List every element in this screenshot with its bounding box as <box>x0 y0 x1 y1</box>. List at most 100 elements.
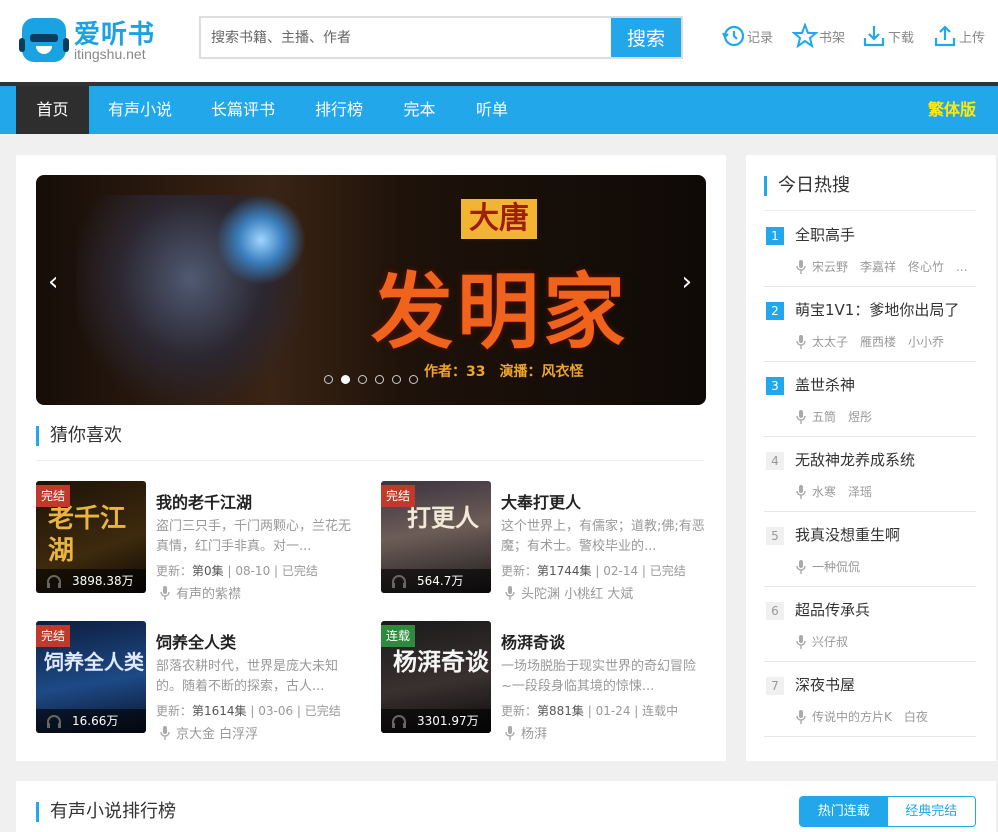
hot-search-sidebar: 今日热搜 1 全职高手 宋云野 李嘉祥 佟心竹 ... 2 萌宝1V1：爹地你出… <box>746 155 996 761</box>
slide-dot[interactable] <box>375 375 384 384</box>
hot-item-anchors: 兴仔叔 <box>796 633 848 650</box>
hot-item[interactable]: 3 盖世杀神 五筒 煜彤 <box>764 362 976 437</box>
rank-badge: 3 <box>766 377 784 395</box>
microphone-icon <box>796 409 806 424</box>
nav-home[interactable]: 首页 <box>16 86 89 134</box>
hot-item[interactable]: 5 我真没想重生啊 一种侃侃 <box>764 512 976 587</box>
rank-badge: 6 <box>766 602 784 620</box>
nav-storytelling[interactable]: 长篇评书 <box>191 86 295 134</box>
anchor-names[interactable]: 杨湃 <box>521 723 547 742</box>
hot-item-title[interactable]: 萌宝1V1：爹地你出局了 <box>795 299 959 320</box>
hot-item-title[interactable]: 超品传承兵 <box>795 599 870 620</box>
search-button[interactable]: 搜索 <box>611 18 681 57</box>
book-card[interactable]: 打更人 完结 564.7万 大奉打更人 这个世界上，有儒家；道教;佛;有恶魔；有… <box>381 481 711 602</box>
download-button[interactable]: 下载 <box>861 20 914 52</box>
book-description: 盗门三只手，千门两颗心，兰花无真情，红门手非真。对一... <box>156 519 352 554</box>
rank-badge: 7 <box>766 677 784 695</box>
hot-item-title[interactable]: 无敌神龙养成系统 <box>795 449 915 470</box>
play-count: 3301.97万 <box>381 709 491 733</box>
next-slide-button[interactable]: › <box>682 269 692 295</box>
nav-audio-novels[interactable]: 有声小说 <box>89 86 191 134</box>
chevron-left-icon: ‹ <box>48 267 59 297</box>
hot-item-anchors: 传说中的方片K 白夜 <box>796 708 928 725</box>
upload-icon <box>934 25 956 47</box>
ranking-tabs: 热门连载 经典完结 <box>799 796 976 827</box>
book-card[interactable]: 饲养全人类 完结 16.66万 饲养全人类 部落农耕时代，世界是庞大未知的。随着… <box>36 621 366 742</box>
banner-title-top: 大唐 <box>461 199 537 239</box>
bookshelf-label: 书架 <box>819 30 846 46</box>
anchor-names[interactable]: 京大金 白浮浮 <box>176 723 258 742</box>
tab-classic-completed[interactable]: 经典完结 <box>887 797 975 826</box>
featured-banner[interactable]: 大唐 发明家 作者：33 演播：风衣怪 ‹ › <box>36 175 706 405</box>
search-input[interactable] <box>201 18 611 57</box>
book-cover[interactable]: 老千江湖 完结 3898.38万 <box>36 481 146 593</box>
microphone-icon <box>505 725 515 740</box>
microphone-icon <box>796 709 806 724</box>
book-title[interactable]: 饲养全人类 <box>156 629 236 653</box>
book-card[interactable]: 老千江湖 完结 3898.38万 我的老千江湖 盗门三只手，千门两颗心，兰花无真… <box>36 481 366 602</box>
anchor-names[interactable]: 有声的紫襟 <box>176 583 241 602</box>
history-label: 记录 <box>747 30 774 46</box>
nav-completed[interactable]: 完本 <box>383 86 456 134</box>
upload-button[interactable]: 上传 <box>932 20 985 52</box>
book-title[interactable]: 杨湃奇谈 <box>501 629 565 653</box>
book-cover[interactable]: 打更人 完结 564.7万 <box>381 481 491 593</box>
history-button[interactable]: 记录 <box>720 20 773 52</box>
book-card[interactable]: 杨湃奇谈 连载 3301.97万 杨湃奇谈 一场场脱胎于现实世界的奇幻冒险~一段… <box>381 621 711 742</box>
section-divider <box>36 460 704 461</box>
traditional-chinese-link[interactable]: 繁体版 <box>928 86 976 134</box>
slide-dot[interactable] <box>324 375 333 384</box>
slide-indicators <box>324 375 426 387</box>
slide-dot[interactable] <box>392 375 401 384</box>
hot-item-title[interactable]: 深夜书屋 <box>795 674 855 695</box>
hot-item-title[interactable]: 盖世杀神 <box>795 374 855 395</box>
book-description: 部落农耕时代，世界是庞大未知的。随着不断的探索，古人... <box>156 659 339 694</box>
episode-count: 第881集 <box>537 704 584 718</box>
book-title[interactable]: 我的老千江湖 <box>156 489 252 513</box>
nav-playlists[interactable]: 听单 <box>456 86 528 134</box>
slide-dot-active[interactable] <box>341 375 350 384</box>
rank-badge: 1 <box>766 227 784 245</box>
main-content: 大唐 发明家 作者：33 演播：风衣怪 ‹ › 猜你喜欢 老千江湖 完结 389… <box>16 155 726 761</box>
site-logo[interactable]: 爱听书 itingshu.net <box>19 14 162 66</box>
upload-label: 上传 <box>959 30 986 46</box>
hot-item[interactable]: 2 萌宝1V1：爹地你出局了 太太子 雁西楼 小小乔 <box>764 287 976 362</box>
hot-item-anchors: 五筒 煜彤 <box>796 408 872 425</box>
hot-item-title[interactable]: 全职高手 <box>795 224 855 245</box>
bookshelf-button[interactable]: 书架 <box>792 20 845 52</box>
site-header: 爱听书 itingshu.net 搜索 记录 书架 下载 上传 <box>0 0 998 82</box>
headphone-mascot-icon <box>19 18 69 62</box>
status-badge: 完结 <box>36 485 71 507</box>
prev-slide-button[interactable]: ‹ <box>48 269 58 295</box>
tab-ongoing-popular[interactable]: 热门连载 <box>800 797 888 826</box>
hot-item[interactable]: 1 全职高手 宋云野 李嘉祥 佟心竹 ... <box>764 212 976 287</box>
book-anchors: 头陀渊 小桃红 大斌 <box>505 583 633 602</box>
book-update-info: 更新：第0集 | 08-10 | 已完结 <box>156 564 318 578</box>
book-update-info: 更新：第1744集 | 02-14 | 已完结 <box>501 564 686 578</box>
nav-rankings[interactable]: 排行榜 <box>295 86 383 134</box>
hot-item-title[interactable]: 我真没想重生啊 <box>795 524 900 545</box>
section-title-guess: 猜你喜欢 <box>36 426 122 446</box>
hot-item[interactable]: 4 无敌神龙养成系统 水寒 泽瑶 <box>764 437 976 512</box>
microphone-icon <box>160 725 170 740</box>
book-cover[interactable]: 杨湃奇谈 连载 3301.97万 <box>381 621 491 733</box>
rank-badge: 4 <box>766 452 784 470</box>
book-cover[interactable]: 饲养全人类 完结 16.66万 <box>36 621 146 733</box>
book-title[interactable]: 大奉打更人 <box>501 489 581 513</box>
slide-dot[interactable] <box>409 375 418 384</box>
episode-count: 第1614集 <box>192 704 247 718</box>
slide-dot[interactable] <box>358 375 367 384</box>
hot-item[interactable]: 6 超品传承兵 兴仔叔 <box>764 587 976 662</box>
banner-glow-orb <box>216 195 306 285</box>
play-count: 16.66万 <box>36 709 146 733</box>
hot-item-anchors: 太太子 雁西楼 小小乔 <box>796 333 944 350</box>
microphone-icon <box>796 484 806 499</box>
microphone-icon <box>160 585 170 600</box>
hot-item-anchors: 一种侃侃 <box>796 558 860 575</box>
search-box: 搜索 <box>199 16 683 59</box>
hot-item-anchors: 水寒 泽瑶 <box>796 483 872 500</box>
anchor-names[interactable]: 头陀渊 小桃红 大斌 <box>521 583 633 602</box>
hot-item[interactable]: 7 深夜书屋 传说中的方片K 白夜 <box>764 662 976 737</box>
main-nav: 首页 有声小说 长篇评书 排行榜 完本 听单 繁体版 <box>0 86 998 134</box>
section-title-hot: 今日热搜 <box>764 176 850 196</box>
